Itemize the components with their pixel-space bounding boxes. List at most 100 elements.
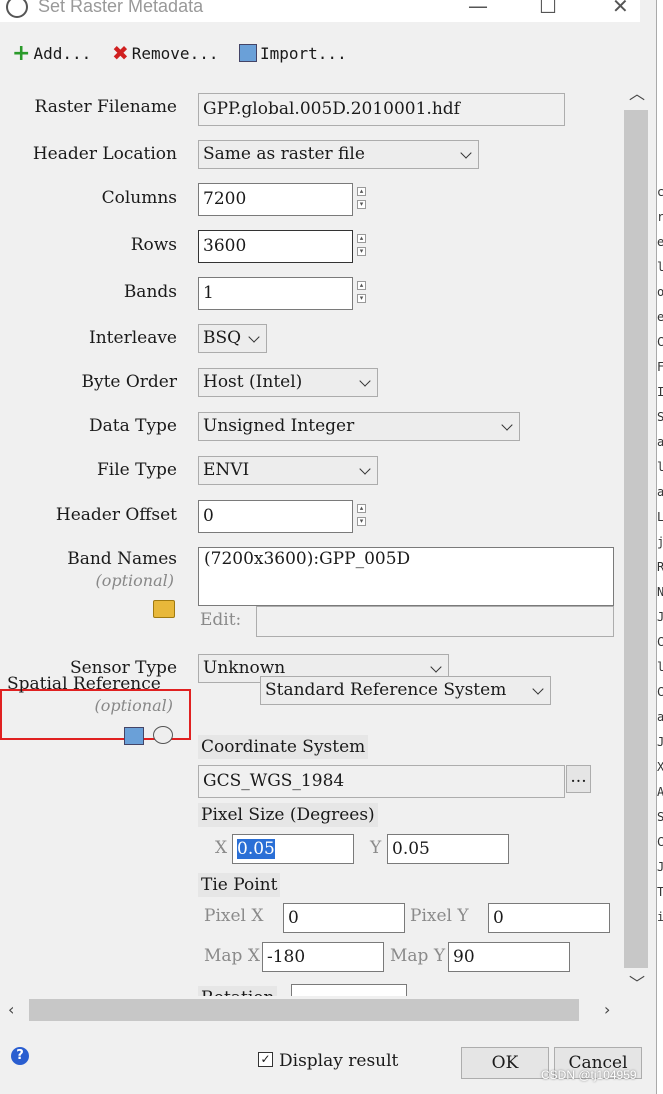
remove-button[interactable]: ✖ Remove...: [112, 40, 218, 66]
background-text-fragment: a: [657, 435, 663, 449]
background-text-fragment: N: [657, 585, 663, 599]
background-text-fragment: J: [657, 860, 663, 874]
rows-spinner[interactable]: ▴ ▾: [357, 234, 366, 256]
remove-icon: ✖: [112, 41, 129, 65]
interleave-select[interactable]: BSQ: [198, 324, 267, 353]
pixel-size-header: Pixel Size (Degrees): [198, 803, 378, 827]
scroll-right-icon[interactable]: ›: [604, 1000, 610, 1019]
header-offset-spinner[interactable]: ▴ ▾: [357, 504, 366, 526]
background-text-fragment: R: [657, 560, 663, 574]
background-text-fragment: C: [657, 335, 663, 349]
chevron-down-icon: [359, 463, 371, 475]
map-x-field[interactable]: -180: [262, 942, 384, 972]
header-offset-field[interactable]: 0: [198, 500, 353, 533]
reference-system-value: Standard Reference System: [265, 680, 507, 700]
data-type-value: Unsigned Integer: [203, 416, 355, 436]
data-type-select[interactable]: Unsigned Integer: [198, 412, 520, 441]
display-result-checkbox[interactable]: ✓: [258, 1052, 273, 1067]
vertical-scroll-thumb[interactable]: [624, 110, 648, 968]
scroll-left-icon[interactable]: ‹: [8, 1000, 14, 1019]
background-text-fragment: S: [657, 410, 663, 424]
raster-filename-field[interactable]: GPP.global.005D.2010001.hdf: [198, 93, 565, 126]
pixel-x-field[interactable]: 0: [283, 903, 405, 933]
rotation-row: Rotation: [198, 984, 638, 996]
chevron-down-icon: [501, 419, 513, 431]
display-result-label: Display result: [279, 1051, 399, 1071]
title-bar: Set Raster Metadata — ☐ ✕: [0, 0, 640, 22]
bands-spinner[interactable]: ▴ ▾: [357, 281, 366, 303]
app-icon: [6, 0, 28, 18]
background-text-fragment: o: [657, 285, 663, 299]
byte-order-select[interactable]: Host (Intel): [198, 368, 378, 397]
map-y-field[interactable]: 90: [448, 942, 570, 972]
list-item[interactable]: (7200x3600):GPP_005D: [199, 548, 613, 570]
pixel-size-x-label: X: [215, 838, 228, 858]
file-type-select[interactable]: ENVI: [198, 456, 378, 485]
background-text-fragment: c: [657, 185, 663, 199]
help-icon[interactable]: ?: [11, 1047, 29, 1065]
background-text-fragment: J: [657, 610, 663, 624]
header-location-select[interactable]: Same as raster file: [198, 140, 479, 169]
band-names-list[interactable]: (7200x3600):GPP_005D: [198, 547, 614, 606]
preview-icon[interactable]: [153, 726, 173, 744]
background-text-fragment: A: [657, 785, 663, 799]
interleave-label: Interleave: [89, 328, 177, 348]
coordinate-system-header: Coordinate System: [198, 735, 369, 759]
plus-icon: +: [12, 40, 31, 66]
window-title: Set Raster Metadata: [38, 0, 204, 16]
add-button[interactable]: + Add...: [12, 40, 91, 66]
import-button[interactable]: Import...: [239, 40, 347, 66]
background-text-fragment: T: [657, 885, 663, 899]
bands-field[interactable]: 1: [198, 277, 353, 310]
maximize-icon[interactable]: ☐: [539, 0, 557, 18]
columns-label: Columns: [101, 188, 177, 208]
rows-label: Rows: [130, 235, 177, 255]
columns-field[interactable]: 7200: [198, 183, 353, 216]
band-name-edit-field[interactable]: [256, 606, 614, 637]
header-location-value: Same as raster file: [203, 144, 365, 164]
pixel-size-y-label: Y: [370, 838, 382, 858]
close-icon[interactable]: ✕: [612, 0, 629, 18]
coordinate-browse-button[interactable]: ...: [566, 765, 591, 793]
columns-spinner[interactable]: ▴ ▾: [357, 187, 366, 209]
map-x-label: Map X: [204, 946, 260, 966]
import-button-label: Import...: [260, 43, 347, 63]
watermark: CSDN @tj104959: [541, 1068, 637, 1082]
scroll-up-icon[interactable]: ︿: [629, 80, 645, 104]
data-type-label: Data Type: [88, 416, 177, 436]
pixel-size-x-value: 0.05: [237, 839, 275, 859]
rows-field[interactable]: 3600: [198, 230, 353, 263]
file-type-value: ENVI: [203, 460, 250, 480]
rotation-field[interactable]: [291, 984, 407, 996]
add-button-label: Add...: [33, 43, 92, 63]
folder-icon[interactable]: [153, 600, 175, 618]
background-text-fragment: l: [657, 260, 663, 274]
rotation-header: Rotation: [198, 986, 278, 996]
header-offset-label: Header Offset: [55, 505, 177, 525]
spatial-reference-optional: (optional): [94, 696, 174, 715]
horizontal-scroll-thumb[interactable]: [29, 999, 579, 1021]
background-text-fragment: C: [657, 835, 663, 849]
chevron-down-icon: [248, 331, 260, 343]
background-text-fragment: r: [657, 210, 663, 224]
ok-button[interactable]: OK: [461, 1047, 549, 1079]
band-names-label: Band Names: [67, 549, 177, 569]
chevron-down-icon: [430, 661, 442, 673]
background-text-fragment: e: [657, 310, 663, 324]
pixel-size-y-field[interactable]: 0.05: [387, 834, 509, 864]
minimize-icon[interactable]: —: [468, 0, 488, 18]
background-text-fragment: l: [657, 460, 663, 474]
bands-label: Bands: [123, 282, 177, 302]
pixel-size-x-field[interactable]: 0.05: [232, 834, 354, 864]
background-text-fragment: C: [657, 635, 663, 649]
chevron-down-icon: [359, 375, 371, 387]
image-import-icon[interactable]: [124, 727, 144, 745]
background-text-fragment: I: [657, 385, 663, 399]
background-text-fragment: J: [657, 735, 663, 749]
scroll-down-icon[interactable]: ﹀: [629, 970, 645, 994]
pixel-y-field[interactable]: 0: [488, 903, 610, 933]
chevron-down-icon: [532, 683, 544, 695]
coordinate-system-field[interactable]: GCS_WGS_1984: [198, 765, 565, 798]
reference-system-select[interactable]: Standard Reference System: [260, 676, 551, 705]
raster-filename-label: Raster Filename: [34, 97, 177, 117]
